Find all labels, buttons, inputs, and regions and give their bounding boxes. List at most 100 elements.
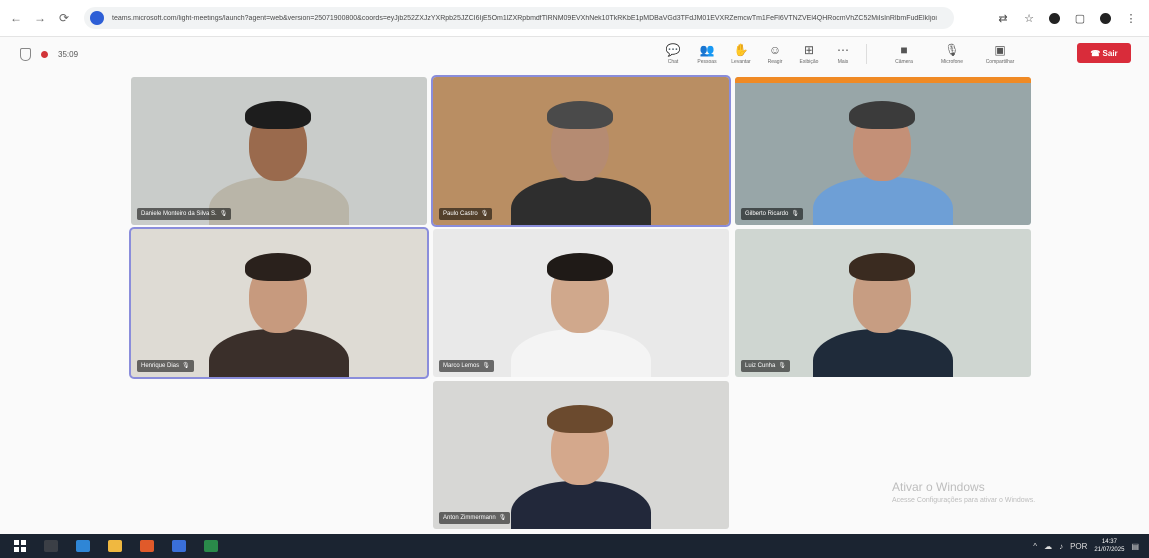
forward-icon[interactable]: →: [32, 10, 48, 26]
url-text[interactable]: teams.microsoft.com/light-meetings/launc…: [112, 15, 954, 22]
toolbar-icon: ☺: [768, 43, 782, 57]
media-label: Compartilhar: [985, 59, 1015, 65]
toolbar-icon: 👥: [699, 43, 715, 57]
participant-video-figure: [813, 329, 953, 377]
participant-video-hair: [849, 253, 915, 281]
recording-indicator-icon: [41, 50, 48, 58]
media-icon: 🎙: [944, 43, 960, 57]
participant-video-hair: [547, 253, 613, 281]
clock-time: 14:37: [1101, 539, 1117, 545]
toolbar-button-1[interactable]: 👥 Pessoas: [690, 43, 724, 65]
participant-video-figure: [511, 329, 651, 377]
participant-name-tag: Paulo Castro 🎙: [439, 208, 493, 220]
participant-video-hair: [547, 101, 613, 129]
notifications-icon[interactable]: ▤: [1131, 542, 1139, 551]
toolbar-button-2[interactable]: ✋ Levantar: [724, 43, 758, 65]
split-view-icon[interactable]: ▢: [1074, 12, 1086, 25]
toolbar-icon: ⊞: [803, 43, 815, 57]
toolbar-label: Mais: [837, 59, 849, 65]
participant-name: Gilberto Ricardo: [745, 211, 789, 217]
participant-name: Anton Zimmermann: [443, 515, 496, 521]
media-icon: ▣: [994, 43, 1006, 57]
mic-icon: 🎙: [219, 211, 228, 217]
windows-activation-watermark: Ativar o Windows Acesse Configurações pa…: [892, 480, 1035, 504]
extension-icon[interactable]: [1049, 12, 1060, 24]
participant-tile[interactable]: Gilberto Ricardo 🎙: [735, 77, 1031, 225]
toolbar-label: Pessoas: [697, 59, 717, 65]
meeting-toolbar: 35:09 💬 Chat 👥 Pessoas ✋ Levantar ☺ Reagir ⊞ Exib…: [0, 37, 1149, 71]
participant-video-hair: [245, 101, 311, 129]
shield-icon[interactable]: [20, 47, 31, 61]
reload-icon[interactable]: ⟳: [56, 10, 72, 26]
mic-icon: 🎙: [182, 363, 190, 369]
toolbar-icon: ⋯: [837, 43, 849, 57]
participant-video-figure: [511, 177, 651, 225]
system-tray: ^ ☁ ♪ POR 14:37 21/07/2025 ▤: [1033, 538, 1139, 554]
participant-tile[interactable]: Anton Zimmermann 🎙: [433, 381, 729, 529]
mic-icon: 🎙: [778, 363, 786, 369]
participant-video-hair: [849, 101, 915, 129]
taskbar-app-icon[interactable]: [108, 540, 122, 552]
media-label: Câmera: [895, 59, 913, 65]
meeting-timer: 35:09: [58, 49, 79, 59]
windows-start-icon[interactable]: [14, 540, 26, 552]
toolbar-label: Chat: [667, 59, 679, 65]
participant-name: Luiz Cunha: [745, 363, 776, 369]
participant-name: Marco Lemos: [443, 363, 480, 369]
mic-icon: 🎙: [482, 363, 490, 369]
mic-icon: 🎙: [480, 211, 489, 217]
watermark-subtitle: Acesse Configurações para ativar o Windo…: [892, 497, 1036, 504]
leave-button[interactable]: ☎ Sair: [1077, 43, 1131, 63]
taskbar-apps: [26, 540, 218, 552]
language-indicator[interactable]: POR: [1070, 542, 1087, 551]
windows-taskbar: ^ ☁ ♪ POR 14:37 21/07/2025 ▤: [0, 534, 1149, 558]
translate-icon[interactable]: ⇄: [997, 12, 1009, 25]
participant-video-hair: [245, 253, 311, 281]
media-label: Microfone: [941, 59, 963, 65]
toolbar-label: Exibição: [799, 59, 819, 65]
toolbar-button-3[interactable]: ☺ Reagir: [758, 43, 792, 65]
participant-video-hair: [547, 405, 613, 433]
taskbar-app-icon[interactable]: [172, 540, 186, 552]
menu-dots-icon[interactable]: ⋮: [1125, 12, 1137, 25]
participant-name: Henrique Dias: [141, 363, 180, 369]
taskbar-app-icon[interactable]: [44, 540, 58, 552]
media-button-1[interactable]: 🎙 Microfone: [935, 43, 969, 65]
toolbar-label: Reagir: [767, 59, 783, 65]
network-icon[interactable]: ☁: [1044, 542, 1052, 551]
watermark-title: Ativar o Windows: [892, 480, 985, 494]
participant-name-tag: Anton Zimmermann 🎙: [439, 512, 511, 524]
toolbar-button-5[interactable]: ⋯ Mais: [826, 43, 860, 65]
media-icon: ■: [900, 43, 908, 57]
taskbar-app-icon[interactable]: [140, 540, 154, 552]
volume-icon[interactable]: ♪: [1059, 542, 1063, 551]
media-button-0[interactable]: ■ Câmera: [887, 43, 921, 65]
browser-bar: ← → ⟳ teams.microsoft.com/light-meetings…: [0, 0, 1149, 37]
participant-name: Paulo Castro: [443, 211, 478, 217]
participant-tile[interactable]: Henrique Dias 🎙: [129, 227, 429, 379]
participant-tile[interactable]: Marco Lemos 🎙: [433, 229, 729, 377]
toolbar-button-4[interactable]: ⊞ Exibição: [792, 43, 826, 65]
media-button-2[interactable]: ▣ Compartilhar: [983, 43, 1017, 65]
taskbar-app-icon[interactable]: [76, 540, 90, 552]
clock[interactable]: 14:37 21/07/2025: [1094, 538, 1124, 554]
participant-name-tag: Gilberto Ricardo 🎙: [741, 208, 803, 220]
toolbar-button-0[interactable]: 💬 Chat: [656, 43, 690, 65]
participant-tile[interactable]: Paulo Castro 🎙: [431, 75, 731, 227]
participant-name-tag: Daniele Monteiro da Silva S. 🎙: [137, 208, 232, 220]
bookmark-star-icon[interactable]: ☆: [1023, 12, 1035, 25]
participant-tile[interactable]: Luiz Cunha 🎙: [735, 229, 1031, 377]
mic-icon: 🎙: [498, 515, 507, 521]
speaking-indicator-bar: [735, 77, 1031, 83]
taskbar-app-icon[interactable]: [204, 540, 218, 552]
back-icon[interactable]: ←: [8, 10, 24, 26]
tray-chevron-icon[interactable]: ^: [1033, 542, 1037, 551]
profile-avatar-icon[interactable]: [1100, 12, 1111, 24]
participant-name-tag: Marco Lemos 🎙: [439, 360, 494, 372]
participant-tile[interactable]: Daniele Monteiro da Silva S. 🎙: [131, 77, 427, 225]
participant-video-figure: [511, 481, 651, 529]
toolbar-label: Levantar: [731, 59, 751, 65]
participant-video-figure: [209, 329, 349, 377]
address-bar[interactable]: teams.microsoft.com/light-meetings/launc…: [84, 7, 954, 29]
phone-icon: ☎: [1090, 48, 1101, 58]
